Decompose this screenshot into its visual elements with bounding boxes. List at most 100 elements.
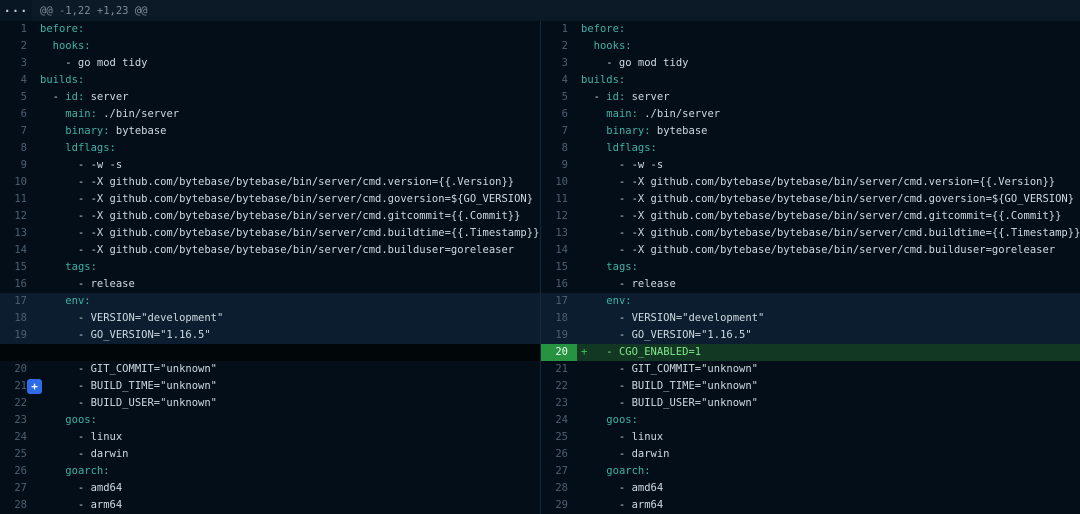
diff-row: 5 - id: server [541, 89, 1080, 106]
diff-row: 16 - release [0, 276, 540, 293]
diff-row: 4builds: [541, 72, 1080, 89]
line-number: 17 [541, 293, 577, 310]
code-line: ldflags: [36, 140, 116, 157]
line-number: 9 [0, 157, 36, 174]
diff-row: 12 - -X github.com/bytebase/bytebase/bin… [541, 208, 1080, 225]
diff-row: 11 - -X github.com/bytebase/bytebase/bin… [0, 191, 540, 208]
diff-viewer: ··· @@ -1,22 +1,23 @@ 1before:2 hooks:3 … [0, 0, 1080, 514]
diff-row: 19 - GO_VERSION="1.16.5" [0, 327, 540, 344]
diff-row: 15 tags: [0, 259, 540, 276]
yaml-key: tags: [606, 261, 638, 273]
line-number: 3 [0, 55, 36, 72]
code-line: - linux [36, 429, 122, 446]
line-number: 24 [0, 429, 36, 446]
code-line: - release [577, 276, 676, 293]
code-line: builds: [577, 72, 625, 89]
line-number: 23 [541, 395, 577, 412]
line-number: 28 [541, 480, 577, 497]
diff-row: 17 env: [0, 293, 540, 310]
added-marker: + [581, 346, 594, 358]
line-number: 14 [541, 242, 577, 259]
code-line: hooks: [577, 38, 632, 55]
code-line: - -X github.com/bytebase/bytebase/bin/se… [577, 174, 1055, 191]
line-number: 16 [541, 276, 577, 293]
code-line: - arm64 [577, 497, 663, 514]
diff-row: 26 - darwin [541, 446, 1080, 463]
diff-row: 14 - -X github.com/bytebase/bytebase/bin… [0, 242, 540, 259]
code-line: main: ./bin/server [577, 106, 720, 123]
diff-row: 25 - darwin [0, 446, 540, 463]
code-line: - VERSION="development" [577, 310, 764, 327]
code-line: ldflags: [577, 140, 657, 157]
code-line: binary: bytebase [577, 123, 707, 140]
diff-row: 3 - go mod tidy [0, 55, 540, 72]
diff-row: 2 hooks: [541, 38, 1080, 55]
line-number: 9 [541, 157, 577, 174]
code-line: before: [577, 21, 625, 38]
yaml-key: main: [606, 108, 638, 120]
diff-row: 26 goarch: [0, 463, 540, 480]
yaml-key: ldflags: [65, 142, 116, 154]
line-number: 6 [0, 106, 36, 123]
diff-row: 22 - BUILD_TIME="unknown" [541, 378, 1080, 395]
code-line [36, 344, 40, 361]
code-line: - darwin [36, 446, 129, 463]
line-number: 13 [541, 225, 577, 242]
code-line: env: [36, 293, 91, 310]
code-line: + - CGO_ENABLED=1 [577, 344, 701, 361]
diff-row: 23 goos: [0, 412, 540, 429]
line-number: 18 [0, 310, 36, 327]
diff-row: 10 - -X github.com/bytebase/bytebase/bin… [0, 174, 540, 191]
diff-row: 6 main: ./bin/server [0, 106, 540, 123]
diff-row: 24 - linux [0, 429, 540, 446]
line-number: 19 [541, 327, 577, 344]
hunk-header: @@ -1,22 +1,23 @@ [40, 5, 147, 17]
diff-row: 10 - -X github.com/bytebase/bytebase/bin… [541, 174, 1080, 191]
diff-row: 2 hooks: [0, 38, 540, 55]
line-number: 29 [541, 497, 577, 514]
line-number: 4 [0, 72, 36, 89]
code-line: goos: [36, 412, 97, 429]
diff-left-pane: 1before:2 hooks:3 - go mod tidy4builds:5… [0, 21, 540, 514]
code-line: - -w -s [577, 157, 663, 174]
line-number: 3 [541, 55, 577, 72]
line-number: 26 [0, 463, 36, 480]
diff-row: 16 - release [541, 276, 1080, 293]
code-line: - -X github.com/bytebase/bytebase/bin/se… [36, 191, 533, 208]
yaml-key: binary: [606, 125, 650, 137]
line-number: 26 [541, 446, 577, 463]
diff-row: 1before: [0, 21, 540, 38]
line-number: 10 [0, 174, 36, 191]
diff-row: 20 - GIT_COMMIT="unknown" [0, 361, 540, 378]
more-options-button[interactable]: ··· [0, 0, 32, 21]
diff-row: 18 - VERSION="development" [0, 310, 540, 327]
code-line: - BUILD_USER="unknown" [36, 395, 217, 412]
diff-row: 25 - linux [541, 429, 1080, 446]
code-line: - id: server [577, 89, 670, 106]
yaml-key: goos: [65, 414, 97, 426]
diff-row: 11 - -X github.com/bytebase/bytebase/bin… [541, 191, 1080, 208]
code-line: - GO_VERSION="1.16.5" [36, 327, 211, 344]
line-number: 7 [0, 123, 36, 140]
code-line: - go mod tidy [36, 55, 147, 72]
line-number: 25 [0, 446, 36, 463]
diff-row: 20+ - CGO_ENABLED=1 [541, 344, 1080, 361]
diff-row: 5 - id: server [0, 89, 540, 106]
line-number: 14 [0, 242, 36, 259]
diff-row: 21 - BUILD_TIME="unknown" [0, 378, 540, 395]
code-line: goarch: [577, 463, 651, 480]
code-line: - -X github.com/bytebase/bytebase/bin/se… [36, 225, 539, 242]
code-line: hooks: [36, 38, 91, 55]
diff-row: 14 - -X github.com/bytebase/bytebase/bin… [541, 242, 1080, 259]
line-number: 8 [0, 140, 36, 157]
line-number: 4 [541, 72, 577, 89]
diff-row: 27 goarch: [541, 463, 1080, 480]
line-number: 19 [0, 327, 36, 344]
code-line: - -X github.com/bytebase/bytebase/bin/se… [577, 191, 1074, 208]
diff-row: 18 - VERSION="development" [541, 310, 1080, 327]
add-comment-button[interactable]: + [27, 379, 42, 394]
line-number: 21 [541, 361, 577, 378]
diff-row [0, 344, 540, 361]
code-line: - amd64 [36, 480, 122, 497]
line-number: 12 [0, 208, 36, 225]
